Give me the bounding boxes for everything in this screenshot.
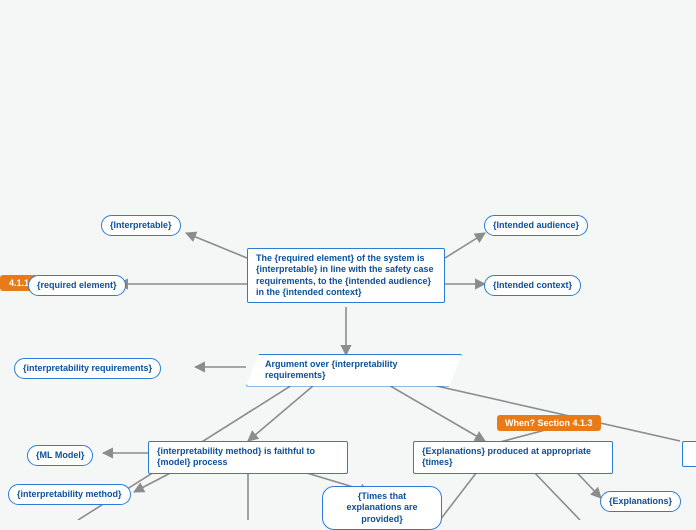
node-interp-method[interactable]: {interpretability method} [8,484,131,505]
node-argument[interactable]: Argument over {interpretability requirem… [246,354,462,387]
section-tag-right: When? Section 4.1.3 [497,415,601,431]
node-explanations[interactable]: {Explanations} [600,491,681,512]
node-interp-requirements[interactable]: {interpretability requirements} [14,358,161,379]
node-ml-model[interactable]: {ML Model} [27,445,93,466]
node-faithful[interactable]: {interpretability method} is faithful to… [148,441,348,474]
node-appropriate-times[interactable]: {Explanations} produced at appropriate {… [413,441,613,474]
node-top-claim[interactable]: The {required element} of the system is … [247,248,445,303]
node-times-provided[interactable]: {Times that explanations are provided} [322,486,442,530]
node-cut-right[interactable] [682,441,696,467]
node-required-element[interactable]: {required element} [28,275,126,296]
node-intended-context[interactable]: {Intended context} [484,275,581,296]
node-interpretable[interactable]: {Interpretable} [101,215,181,236]
node-intended-audience[interactable]: {Intended audience} [484,215,588,236]
